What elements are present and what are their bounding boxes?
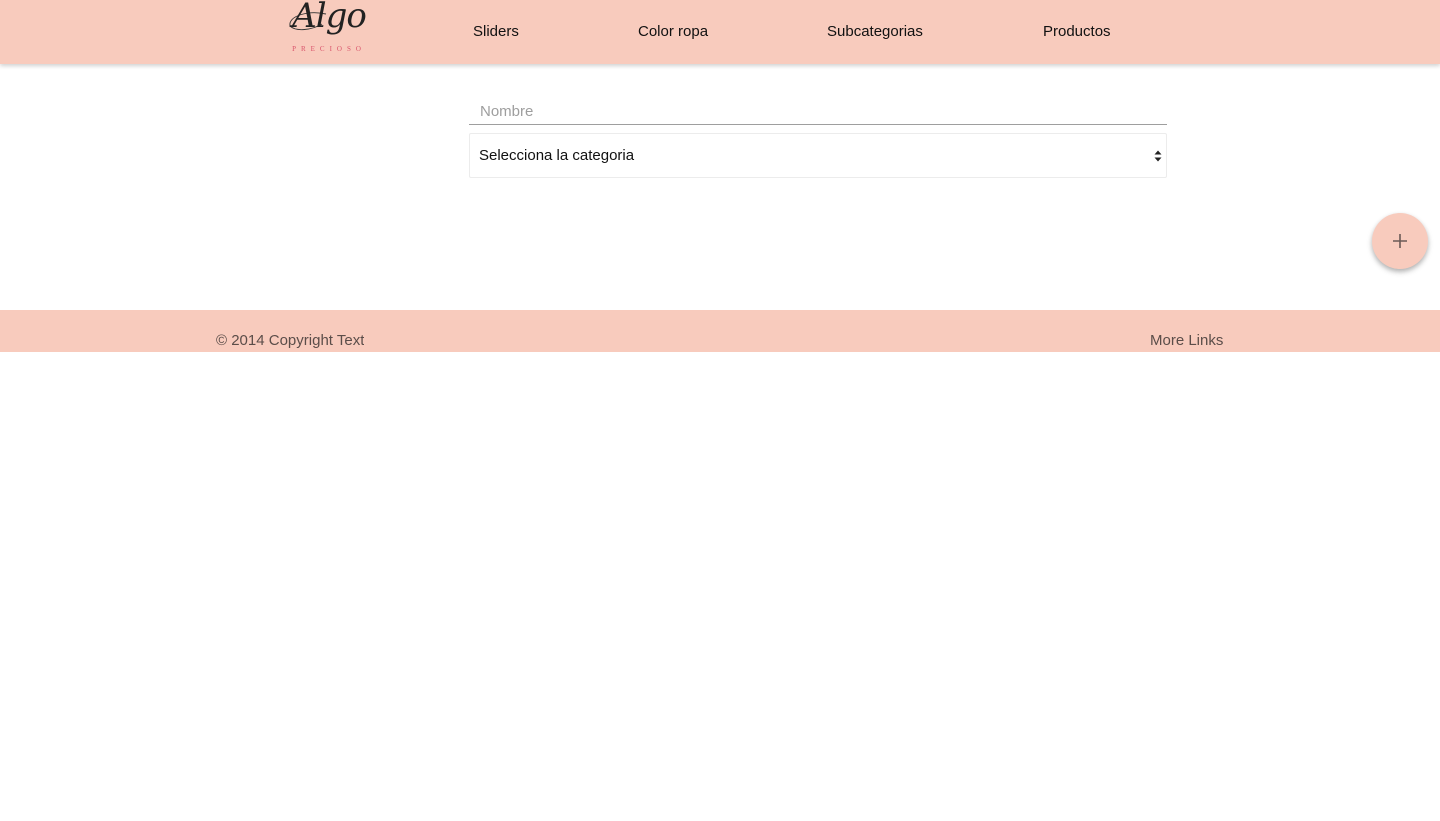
category-select[interactable]: Selecciona la categoria [469,133,1167,178]
top-navbar: Algo PRECIOSO Sliders Color ropa Subcate… [0,0,1440,64]
category-select-value: Selecciona la categoria [479,147,635,164]
nombre-input[interactable] [469,96,1167,125]
footer-copyright: © 2014 Copyright Text [216,332,365,349]
nav-item-sliders[interactable]: Sliders [473,0,519,64]
nav-item-color-ropa[interactable]: Color ropa [638,0,708,64]
nav-item-productos[interactable]: Productos [1043,0,1111,64]
logo-script-text: Algo [292,0,367,36]
product-form: Selecciona la categoria [469,96,1167,178]
page-footer: © 2014 Copyright Text More Links [0,310,1440,352]
footer-more-links[interactable]: More Links [1150,310,1223,352]
logo-subtitle: PRECIOSO [292,45,366,53]
select-arrows-icon [1154,150,1162,162]
brand-logo[interactable]: Algo PRECIOSO [286,0,372,56]
plus-icon [1393,234,1407,248]
add-fab-button[interactable] [1372,213,1428,269]
nav-item-subcategorias[interactable]: Subcategorias [827,0,923,64]
